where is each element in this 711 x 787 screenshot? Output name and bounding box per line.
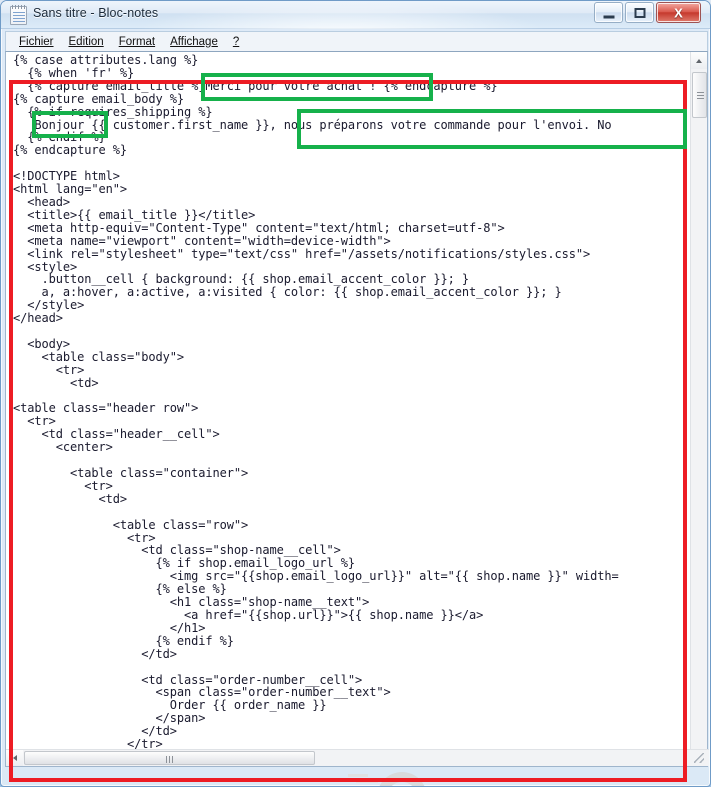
menu-item-fichier[interactable]: Fichier [12, 35, 62, 49]
scroll-up-icon[interactable] [691, 52, 707, 69]
titlebar-glow [131, 1, 551, 29]
close-icon: X [674, 5, 683, 20]
menu-item-format-label: Format [118, 35, 156, 48]
vertical-scrollbar[interactable] [690, 52, 707, 751]
menu-item-affichage[interactable]: Affichage [163, 35, 226, 49]
minimize-icon [603, 15, 614, 18]
close-button[interactable]: X [656, 2, 701, 23]
conveythis-watermark-text: CONVEYTHIS [442, 782, 680, 786]
resize-grip-icon[interactable] [694, 753, 704, 763]
menu-item-fichier-label: Fichier [19, 35, 54, 48]
conveythis-logo-icon [348, 772, 425, 786]
notepad-icon-lines [13, 12, 25, 23]
title-bar[interactable]: Sans titre - Bloc-notes X [1, 1, 710, 29]
menu-bar: Fichier Edition Format Affichage ? [5, 31, 708, 51]
conveythis-watermark: CONVEYTHIS [342, 766, 710, 786]
restore-button[interactable] [625, 2, 654, 23]
horizontal-scrollbar-thumb[interactable] [24, 751, 315, 765]
vertical-scrollbar-thumb[interactable] [692, 72, 707, 118]
menu-item-help-label: ? [232, 35, 240, 48]
menu-item-affichage-label: Affichage [170, 35, 218, 48]
restore-icon [634, 7, 645, 18]
scrollbar-grip-icon [697, 92, 704, 99]
menu-item-format[interactable]: Format [112, 35, 163, 49]
menu-item-edition-label: Edition [68, 35, 104, 48]
notepad-icon-spiral [12, 5, 25, 9]
window-title: Sans titre - Bloc-notes [33, 6, 159, 20]
menu-item-edition[interactable]: Edition [62, 35, 112, 49]
text-editor[interactable]: {% case attributes.lang %} {% when 'fr' … [6, 52, 691, 751]
minimize-button[interactable] [594, 2, 623, 23]
editor-area: {% case attributes.lang %} {% when 'fr' … [5, 51, 709, 786]
horizontal-scrollbar[interactable] [6, 749, 709, 766]
menu-item-help[interactable]: ? [226, 35, 247, 49]
scroll-left-icon[interactable] [6, 750, 23, 766]
scrollbar-grip-icon [165, 756, 174, 763]
notepad-icon [10, 5, 27, 25]
notepad-window: Sans titre - Bloc-notes X Fichier Editio… [0, 0, 711, 787]
